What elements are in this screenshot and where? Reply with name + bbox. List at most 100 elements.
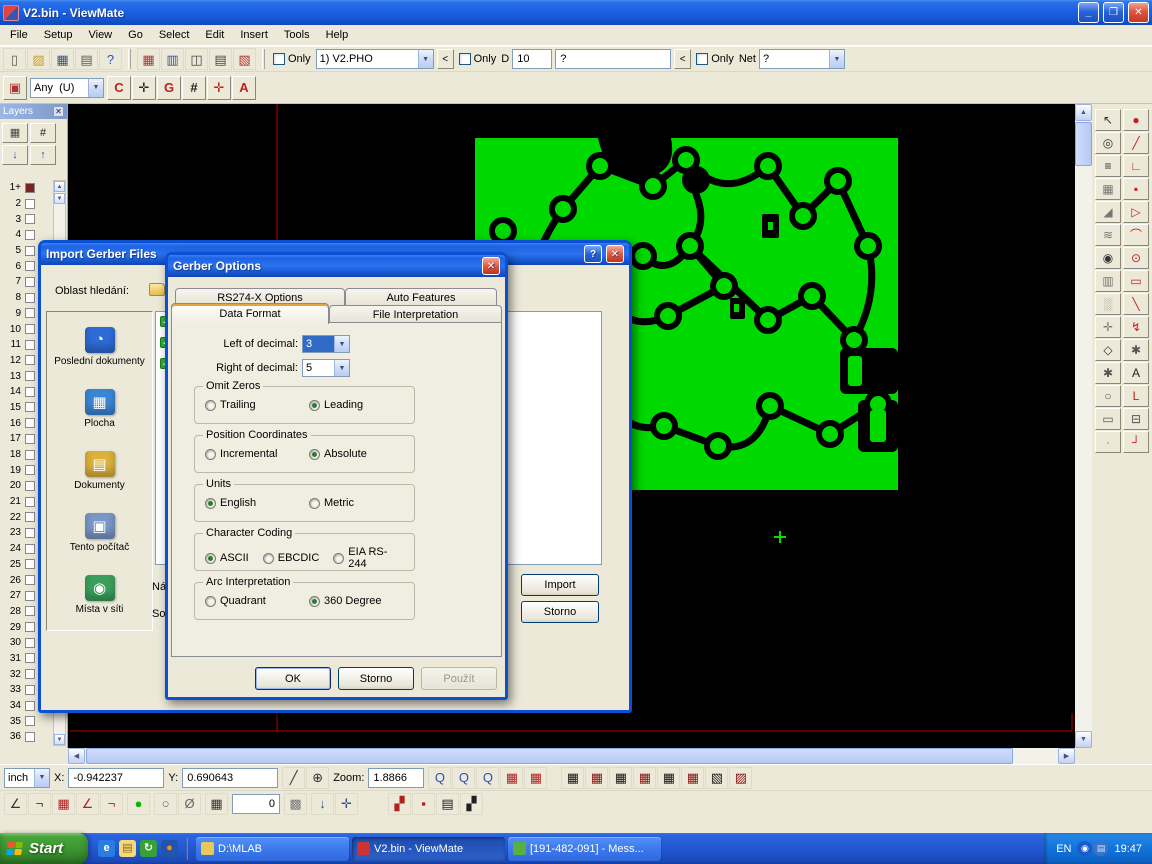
text-tool-button[interactable]: A (1123, 362, 1149, 384)
film-mode-button[interactable]: ▣ (3, 76, 27, 100)
film-mixed-button[interactable]: ▧ (705, 767, 728, 789)
menu-item-tools[interactable]: Tools (276, 25, 318, 45)
vertex-tool-button[interactable]: ∠ (4, 793, 27, 815)
measure-lines-button[interactable]: ≋ (1095, 224, 1121, 246)
spare-tool-button[interactable]: · (1095, 431, 1121, 453)
anchor-button[interactable]: ↓ (311, 793, 334, 815)
grid-red-button[interactable]: ▦ (500, 767, 523, 789)
origin-button[interactable]: ⊕ (306, 767, 329, 789)
snap-grid-button[interactable]: # (182, 76, 206, 100)
ruler-button[interactable]: ▥ (161, 48, 184, 70)
menu-item-edit[interactable]: Edit (197, 25, 232, 45)
pad-grid-button[interactable]: ▦ (137, 48, 160, 70)
zoom-window-button[interactable]: ◎ (1095, 132, 1121, 154)
radio-trailing[interactable] (205, 400, 216, 411)
radio-option-incremental[interactable]: Incremental (205, 448, 295, 460)
a-tool-button[interactable]: A (232, 76, 256, 100)
radio-360-degree-selected[interactable] (309, 596, 320, 607)
x-coordinate-field[interactable]: -0.942237 (68, 768, 164, 788)
circle-view-button[interactable]: ○ (1095, 385, 1121, 407)
look-in-folder-icon[interactable] (149, 283, 165, 296)
tab-auto-features[interactable]: Auto Features (345, 288, 497, 306)
dither-button[interactable]: ▩ (284, 793, 307, 815)
menu-item-select[interactable]: Select (151, 25, 198, 45)
diag-line-button[interactable]: ╲ (1123, 293, 1149, 315)
film-red3-button[interactable]: ▦ (681, 767, 704, 789)
aperture-combo-arrow-icon[interactable]: ▼ (88, 79, 103, 97)
language-indicator[interactable]: EN (1056, 843, 1071, 855)
radio-metric[interactable] (309, 498, 320, 509)
zoom-out-button[interactable]: Q (476, 767, 499, 789)
active-layer-combo-arrow-icon[interactable]: ▼ (418, 50, 433, 68)
pad-tool-button[interactable]: ● (1123, 109, 1149, 131)
gear-button[interactable]: ✱ (1123, 339, 1149, 361)
only-net-checkbox[interactable] (696, 53, 708, 65)
corner-trace-button[interactable]: ∟ (1123, 155, 1149, 177)
radio-option-leading[interactable]: Leading (309, 399, 363, 411)
layer-row-3[interactable]: 3 (2, 211, 52, 227)
right-of-decimal-combo[interactable]: 5 ▼ (302, 359, 350, 377)
layer-up-button[interactable]: ↑ (30, 145, 56, 165)
only-layer-toggle[interactable]: Only (273, 53, 311, 65)
restore-button[interactable]: ❐ (1103, 2, 1124, 23)
radio-option-ascii[interactable]: ASCII (205, 552, 249, 564)
radio-option-360-degree[interactable]: 360 Degree (309, 595, 382, 607)
layer-down-button[interactable]: ↓ (2, 145, 28, 165)
trace-button[interactable]: ◫ (185, 48, 208, 70)
star-tool-button[interactable]: ✱ (1095, 362, 1121, 384)
tab-file-interpretation[interactable]: File Interpretation (329, 305, 502, 323)
layer-grid-button[interactable]: # (30, 123, 56, 143)
dcode-filter-field[interactable]: ? (555, 49, 671, 69)
units-combo[interactable]: inch ▼ (4, 768, 50, 788)
gerber-cancel-button[interactable]: Storno (338, 667, 414, 690)
film-black2-button[interactable]: ▦ (609, 767, 632, 789)
radio-leading-selected[interactable] (309, 400, 320, 411)
move-tool-button[interactable]: ✛ (132, 76, 156, 100)
probe-null-button[interactable]: Ø (178, 793, 201, 815)
radio-ascii-selected[interactable] (205, 553, 216, 564)
net-combo[interactable]: ? ▼ (759, 49, 845, 69)
square-pad-button[interactable]: ▪ (1123, 178, 1149, 200)
zoom-in-button[interactable]: Q (452, 767, 475, 789)
polyline-button[interactable]: ↯ (1123, 316, 1149, 338)
browser-quick-button[interactable]: ● (161, 840, 178, 857)
film-black-button[interactable]: ▦ (561, 767, 584, 789)
hatch-button[interactable]: ▥ (1095, 270, 1121, 292)
language-ball-button[interactable]: ◉ (1077, 841, 1092, 856)
radio-option-ebcdic[interactable]: EBCDIC (263, 552, 320, 564)
pattern-red-button[interactable]: ▪ (412, 793, 435, 815)
radio-eia-rs-244[interactable] (333, 553, 344, 564)
tab-data-format[interactable]: Data Format (171, 303, 329, 324)
open-file-button[interactable]: ▨ (27, 48, 50, 70)
radio-option-english[interactable]: English (205, 497, 295, 509)
clock[interactable]: 19:47 (1114, 843, 1142, 855)
layer-scroll-up-icon[interactable]: ▲ (54, 181, 65, 192)
pattern-dark2-button[interactable]: ▞ (460, 793, 483, 815)
radio-option-absolute[interactable]: Absolute (309, 448, 367, 460)
place-plocha[interactable]: ▦Plocha (47, 378, 152, 440)
menu-item-insert[interactable]: Insert (232, 25, 276, 45)
taskbar-window-1[interactable]: D:\MLAB (196, 837, 349, 861)
scroll-down-button[interactable]: ▼ (1075, 731, 1092, 748)
layers-panel-close-icon[interactable]: ✕ (53, 106, 64, 117)
internet-explorer-button[interactable]: e (98, 840, 115, 857)
film-mixed2-button[interactable]: ▨ (729, 767, 752, 789)
red-grid-tool-button[interactable]: ▦ (52, 793, 75, 815)
g-tool-button[interactable]: G (157, 76, 181, 100)
title-bar[interactable]: V2.bin - ViewMate _ ❐ ✕ (0, 0, 1152, 25)
scroll-right-button[interactable]: ▶ (1058, 748, 1075, 764)
refresh-quick-button[interactable]: ↻ (140, 840, 157, 857)
radio-incremental[interactable] (205, 449, 216, 460)
menu-item-go[interactable]: Go (120, 25, 151, 45)
pattern-red-white-button[interactable]: ▞ (388, 793, 411, 815)
rect-view-button[interactable]: ▭ (1095, 408, 1121, 430)
layer-row-2[interactable]: 2 (2, 196, 52, 212)
layer-scroll-down-icon[interactable]: ▼ (54, 734, 65, 745)
rect-pad-button[interactable]: ▭ (1123, 270, 1149, 292)
only-layer-checkbox[interactable] (273, 53, 285, 65)
taskbar-window-2[interactable]: V2.bin - ViewMate (352, 837, 505, 861)
gerber-options-titlebar[interactable]: Gerber Options ✕ (168, 255, 505, 277)
film-red-button[interactable]: ▦ (585, 767, 608, 789)
apply-button[interactable]: Použít (421, 667, 497, 690)
save-button[interactable]: ▦ (51, 48, 74, 70)
